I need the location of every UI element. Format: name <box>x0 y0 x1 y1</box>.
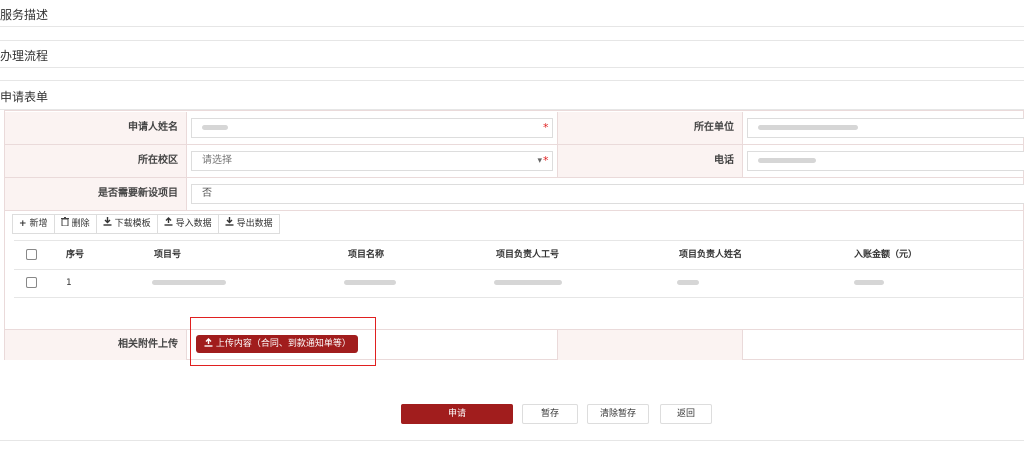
column-header-leader-id: 项目负责人工号 <box>496 250 560 260</box>
import-data-label: 导入数据 <box>175 219 212 229</box>
section-application-form[interactable]: 申请表单 <box>0 80 1024 110</box>
required-mark: * <box>543 154 549 167</box>
column-header-index: 序号 <box>66 250 85 260</box>
unit-cell <box>743 112 1024 144</box>
unit-field[interactable] <box>747 118 1024 138</box>
applicant-name-label: 申请人姓名 <box>5 112 187 144</box>
clear-draft-button[interactable]: 清除暂存 <box>587 404 649 424</box>
add-button[interactable]: + 新增 <box>12 214 55 234</box>
applicant-name-cell: * <box>187 112 557 144</box>
redacted-value <box>758 124 858 130</box>
row-leader-id <box>494 269 562 297</box>
trash-icon <box>60 215 69 233</box>
select-all-checkbox[interactable] <box>26 249 37 260</box>
column-header-amount: 入账金额（元） <box>854 250 918 260</box>
highlight-box <box>190 317 376 366</box>
row-checkbox[interactable] <box>26 277 37 288</box>
row-leader-name <box>677 269 699 297</box>
back-button[interactable]: 返回 <box>660 404 712 424</box>
required-mark: * <box>543 121 549 134</box>
campus-cell: 请选择 ▾ * <box>187 145 557 177</box>
attachments-empty-label-cell <box>557 330 743 360</box>
redacted-value <box>202 124 228 130</box>
phone-label: 电话 <box>557 145 743 177</box>
attachments-empty-cell <box>743 330 1024 360</box>
need-new-project-value: 否 <box>202 188 212 199</box>
attachments-label: 相关附件上传 <box>5 330 187 360</box>
plus-icon: + <box>19 219 27 229</box>
phone-field[interactable] <box>747 151 1024 171</box>
campus-select[interactable]: 请选择 ▾ <box>191 151 553 171</box>
table-toolbar: + 新增 删除 下载模板 导入数据 导出数据 <box>12 214 280 234</box>
download-icon <box>225 215 234 233</box>
footer-divider <box>0 440 1024 441</box>
download-template-label: 下载模板 <box>114 219 151 229</box>
column-header-project-no: 项目号 <box>154 250 182 260</box>
row-divider <box>5 210 1023 211</box>
unit-label: 所在单位 <box>557 112 743 144</box>
export-data-button[interactable]: 导出数据 <box>217 214 280 234</box>
table-header: 序号 项目号 项目名称 项目负责人工号 项目负责人姓名 入账金额（元） <box>14 240 1024 270</box>
form-row-campus: 所在校区 请选择 ▾ * 电话 <box>5 145 1024 177</box>
download-template-button[interactable]: 下载模板 <box>95 214 158 234</box>
save-draft-button[interactable]: 暂存 <box>522 404 578 424</box>
row-project-no <box>152 269 226 297</box>
form-row-attachments: 相关附件上传 <box>5 330 1024 360</box>
section-title: 办理流程 <box>0 49 49 63</box>
delete-button[interactable]: 删除 <box>53 214 97 234</box>
section-title: 服务描述 <box>0 8 49 22</box>
section-process[interactable]: 办理流程 <box>0 40 1024 68</box>
import-data-button[interactable]: 导入数据 <box>156 214 219 234</box>
need-new-project-field[interactable]: 否 <box>191 184 1024 204</box>
table-row[interactable]: 1 <box>14 269 1024 298</box>
form-row-applicant: 申请人姓名 * 所在单位 <box>5 112 1024 144</box>
column-header-leader-name: 项目负责人姓名 <box>679 250 743 260</box>
applicant-name-field[interactable] <box>191 118 553 138</box>
row-amount <box>854 269 884 297</box>
add-label: 新增 <box>29 219 48 229</box>
section-service-description[interactable]: 服务描述 <box>0 0 1024 27</box>
form-row-new-project: 是否需要新设项目 否 <box>5 178 1024 210</box>
row-project-name <box>344 269 396 297</box>
chevron-down-icon: ▾ <box>537 156 542 166</box>
need-new-project-cell: 否 <box>187 178 1024 210</box>
application-form: 申请人姓名 * 所在单位 所在校区 请选择 ▾ * 电话 是否需要新设项目 否 … <box>4 110 1024 360</box>
redacted-value <box>758 157 816 163</box>
delete-label: 删除 <box>71 219 90 229</box>
export-data-label: 导出数据 <box>236 219 273 229</box>
need-new-project-label: 是否需要新设项目 <box>5 178 187 210</box>
section-title: 申请表单 <box>0 90 49 104</box>
apply-button[interactable]: 申请 <box>401 404 513 424</box>
campus-label: 所在校区 <box>5 145 187 177</box>
phone-cell <box>743 145 1024 177</box>
campus-placeholder: 请选择 <box>202 155 232 166</box>
upload-icon <box>164 215 173 233</box>
download-icon <box>103 215 112 233</box>
column-header-project-name: 项目名称 <box>348 250 385 260</box>
row-index: 1 <box>66 278 72 288</box>
